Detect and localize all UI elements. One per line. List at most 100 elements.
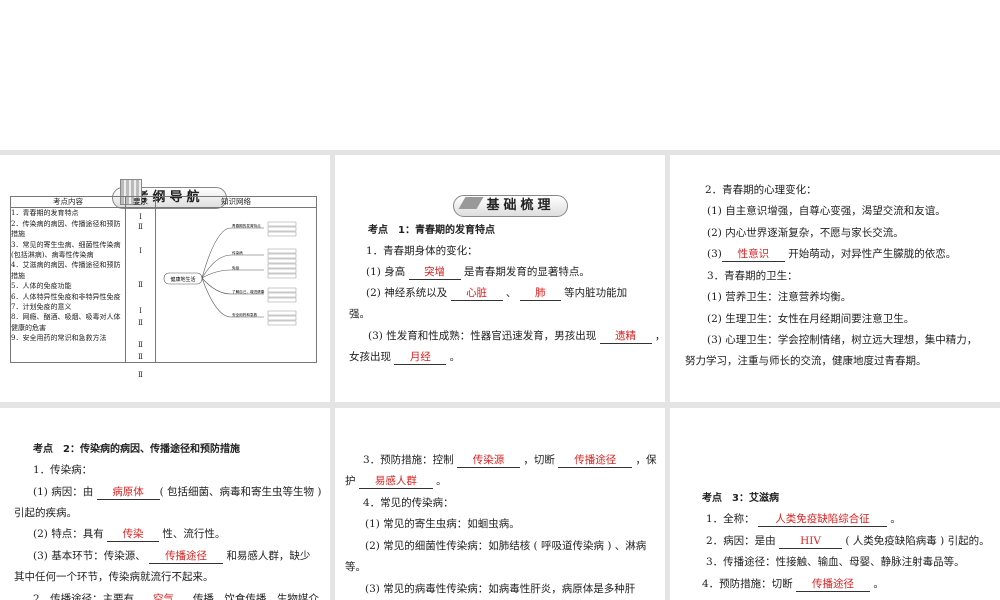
outline-item: 8．网瘾、酗酒、吸烟、吸毒对人体健康的危害 <box>11 313 121 332</box>
slide-topic-2[interactable]: 考点 2：传染病的病因、传播途径和预防措施 1．传染病： (1) 病因：由 病原体(… <box>0 408 330 600</box>
text-line: 护 易感人群 。 <box>345 474 447 489</box>
slide-topic-2-cont[interactable]: 3．预防措施：控制 传染源 ，切断 传播途径 ，保护 易感人群 。 4．常见的传染… <box>335 408 665 600</box>
answer-blank: 遗精 <box>599 329 652 344</box>
text-segment: 考点 3：艾滋病 <box>702 493 779 504</box>
outline-item: 1．青春期的发育特点 <box>11 209 79 218</box>
mindmap-center-label: 健康地生活 <box>170 276 195 283</box>
text-line: 3．传播途径：性接触、输血、母婴、静脉注射毒品等。 <box>706 555 965 569</box>
text-segment: (3) <box>707 248 722 260</box>
text-line: (2) 常见的细菌性传染病：如肺结核 ( 呼吸道传染病 ) 、淋病 <box>365 539 646 553</box>
outline-table: 考点内容 要求 知识网络 1．青春期的发育特点 2．传染病的病因、传播途径和预防措施 3… <box>10 195 317 379</box>
text-segment: 性、流行性。 <box>159 528 226 540</box>
mindmap-leaf <box>267 259 297 264</box>
slide-exam-outline[interactable]: 考纲导航 考点内容 要求 知识网络 1．青春期的发育特点 2．传染病的病因、传播途径和… <box>0 155 330 402</box>
text-segment: 。 <box>432 475 447 487</box>
mindmap-leaf <box>267 254 297 259</box>
requirement-level: Ⅱ <box>138 353 143 362</box>
text-segment: 2．青春期的心理变化： <box>705 184 817 196</box>
requirement-level: Ⅱ <box>138 319 143 328</box>
text-line: 等。 <box>345 560 366 574</box>
text-line: (2) 内心世界逐渐复杂，不愿与家长交流。 <box>707 226 904 240</box>
text-segment: 考点 2：传染病的病因、传播途径和预防措施 <box>33 444 240 455</box>
text-segment: 3．预防措施：控制 <box>363 454 458 466</box>
text-segment: 其中任何一个环节，传染病就流行不起来。 <box>14 571 214 583</box>
answer-blank: 性意识 <box>721 247 785 262</box>
text-line: (1) 自主意识增强，自尊心变强，渴望交流和友谊。 <box>707 204 946 218</box>
outline-item: 6．人体特异性免疫和非特异性免疫 <box>11 292 121 301</box>
mindmap-branch-line <box>201 278 232 295</box>
text-segment: 、 <box>502 287 520 299</box>
text-line: 强。 <box>349 307 370 321</box>
outline-item: 7．计划免疫的意义 <box>11 303 72 312</box>
text-line: (1) 身高 突增 是青春期发育的显著特点。 <box>366 265 590 280</box>
text-line: 1．全称： 人类免疫缺陷综合征 。 <box>706 512 901 527</box>
text-line: (2) 生理卫生：女性在月经期间要注意卫生。 <box>707 312 914 326</box>
requirement-level: Ⅰ <box>139 307 142 316</box>
answer-blank: 月经 <box>394 350 447 365</box>
text-segment: (1) 营养卫生：注意营养均衡。 <box>707 291 852 303</box>
answer-blank: 传播途径 <box>796 577 871 592</box>
text-segment: ，保 <box>632 454 657 466</box>
text-segment: 考点 1：青春期的发育特点 <box>368 225 495 236</box>
answer-blank: 病原体 <box>96 485 160 500</box>
requirement-level: Ⅱ <box>138 341 143 350</box>
answer-blank: 人类免疫缺陷综合征 <box>758 512 888 527</box>
text-segment: (2) 常见的细菌性传染病：如肺结核 ( 呼吸道传染病 ) 、淋病 <box>365 540 647 552</box>
slide-topic-3[interactable]: 考点 3：艾滋病 1．全称： 人类免疫缺陷综合征 。 2．病因：是由 HIV ( 人… <box>670 408 1000 600</box>
mindmap-leaf <box>267 316 297 321</box>
text-segment: 。 <box>446 351 461 363</box>
text-segment: 。 <box>887 513 901 525</box>
mindmap-branch-line <box>201 278 232 318</box>
text-line: (1) 常见的寄生虫病：如蛔虫病。 <box>365 517 520 531</box>
col-header: 要求 <box>125 195 156 209</box>
knowledge-mindmap: 健康地生活 青春期的发育特点传染病免疫了解自己，增进健康安全用药和急救 <box>163 222 297 326</box>
topic-heading: 考点 3：艾滋病 <box>702 491 779 506</box>
text-line: 4．常见的传染病： <box>363 496 454 510</box>
text-segment: 是青春期发育的显著特点。 <box>460 266 590 278</box>
text-segment: 4．预防措施：切断 <box>702 578 797 590</box>
text-segment: 开始萌动，对异性产生朦胧的依恋。 <box>784 248 957 260</box>
mindmap-branch-label: 免疫 <box>232 265 240 270</box>
text-segment: 护 <box>345 475 359 487</box>
text-line: (1) 病因：由 病原体( 包括细菌、病毒和寄生虫等生物 ) <box>33 485 321 500</box>
outline-item: 9．安全用药的常识和急救方法 <box>11 334 107 343</box>
text-segment: 等。 <box>345 561 366 573</box>
text-segment: (3) 心理卫生：学会控制情绪，树立远大理想，集中精力， <box>707 334 978 346</box>
requirement-level: Ⅱ <box>138 223 143 232</box>
text-segment: 2．传播途径：主要有 <box>33 593 138 600</box>
text-segment: (2) 特点：具有 <box>33 528 108 540</box>
text-segment: (3) 常见的病毒性传染病：如病毒性肝炎，病原体是多种肝 <box>365 583 636 595</box>
text-segment: 和易感人群，缺少 <box>223 550 311 562</box>
text-line: 1．传染病： <box>33 463 92 477</box>
text-line: (2) 神经系统以及 心脏 、 肺 等内脏功能加 <box>366 286 627 301</box>
text-segment: 1．青春期身体的变化： <box>366 245 478 257</box>
requirement-level: Ⅰ <box>139 247 142 256</box>
text-segment: 女孩出现 <box>349 351 395 363</box>
mindmap-branch-label: 安全用药和急救 <box>232 312 258 317</box>
text-segment: 4．常见的传染病： <box>363 497 454 509</box>
slide-basics-1[interactable]: 基础梳理 考点 1：青春期的发育特点 1．青春期身体的变化： (1) 身高 突增 是… <box>335 155 665 402</box>
text-line: (3) 心理卫生：学会控制情绪，树立远大理想，集中精力， <box>707 333 977 347</box>
text-segment: 强。 <box>349 308 370 320</box>
text-line: 1．青春期身体的变化： <box>366 244 478 258</box>
mindmap-leaf <box>267 249 297 254</box>
text-segment: 1．传染病： <box>33 464 93 476</box>
mindmap-leaf <box>267 222 297 227</box>
text-segment: ( 包括细菌、病毒和寄生虫等生物 ) <box>159 486 322 498</box>
text-segment: 3．传播途径：性接触、输血、母婴、静脉注射毒品等。 <box>706 556 965 568</box>
answer-blank: 传染 <box>107 527 160 542</box>
text-line: 3．青春期的卫生： <box>707 269 798 283</box>
text-line: 女孩出现 月经 。 <box>349 350 460 365</box>
text-segment: (3) 基本环节：传染源、 <box>33 550 150 562</box>
slide-basics-2[interactable]: 2．青春期的心理变化： (1) 自主意识增强，自尊心变强，渴望交流和友谊。 (2) … <box>670 155 1000 402</box>
text-line: 2．传播途径：主要有 空气 传播、饮食传播、生物媒介 <box>33 592 319 600</box>
outline-item: 5．人体的免疫功能 <box>11 282 72 291</box>
text-line: 2．青春期的心理变化： <box>705 183 817 197</box>
mindmap-leaf <box>267 264 297 269</box>
requirement-level: Ⅱ <box>138 371 143 380</box>
text-segment: (1) 常见的寄生虫病：如蛔虫病。 <box>365 518 520 530</box>
text-segment: (2) 生理卫生：女性在月经期间要注意卫生。 <box>707 313 915 325</box>
text-segment: ( 人类免疫缺陷病毒 ) 引起的。 <box>842 535 990 547</box>
mindmap-branch-line <box>201 228 232 279</box>
answer-blank: 易感人群 <box>358 474 433 489</box>
